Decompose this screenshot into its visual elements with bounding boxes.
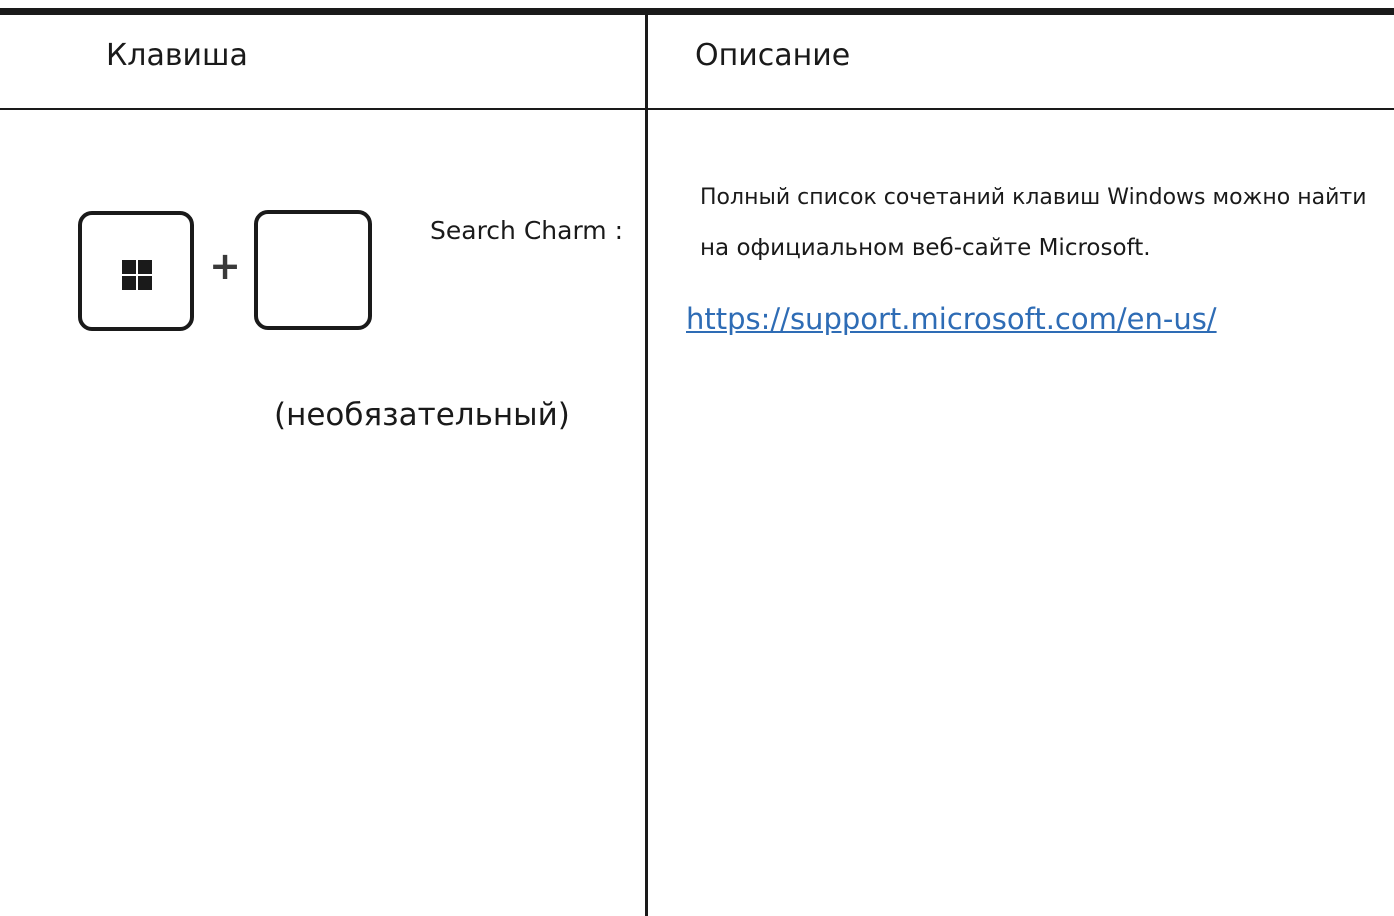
table-top-rule xyxy=(0,8,1394,15)
column-header-description: Описание xyxy=(695,38,851,73)
microsoft-support-link[interactable]: https://support.microsoft.com/en-us/ xyxy=(686,300,1217,338)
table-header-rule xyxy=(0,108,1394,110)
column-header-key: Клавиша xyxy=(106,38,248,73)
blank-key xyxy=(254,210,372,330)
description-text-line-1: Полный список сочетаний клавиш Windows м… xyxy=(700,185,1367,210)
plus-sign: + xyxy=(209,244,241,288)
windows-logo-icon xyxy=(122,260,152,290)
column-divider xyxy=(645,15,648,916)
shortcut-optional-note: (необязательный) xyxy=(274,397,570,433)
description-text-line-2: на официальном веб-сайте Microsoft. xyxy=(700,235,1151,261)
windows-key xyxy=(78,211,194,331)
shortcut-action-label: Search Charm : xyxy=(430,216,624,245)
